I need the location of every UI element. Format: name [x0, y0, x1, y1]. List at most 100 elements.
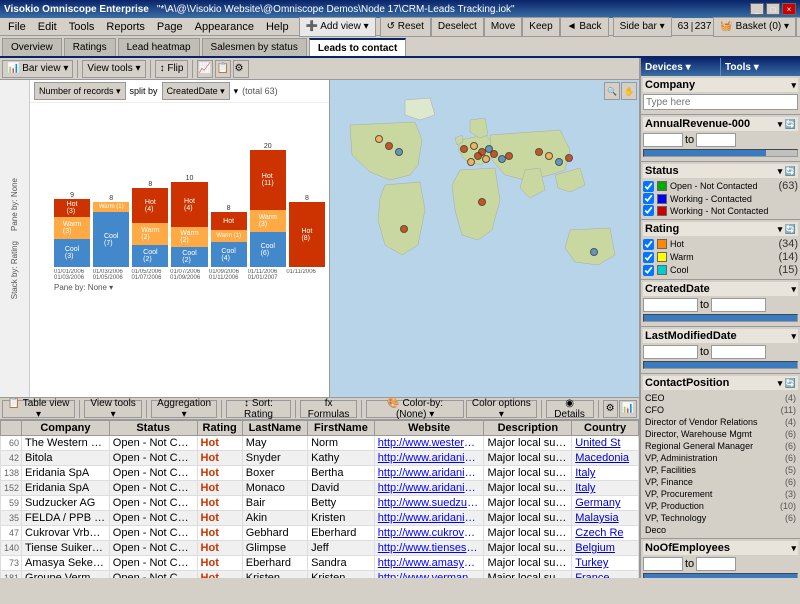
table-content[interactable]: Company Status Rating LastName FirstName…: [0, 420, 639, 578]
created-date-to[interactable]: 16/12/2006: [711, 298, 766, 312]
contact-position-item[interactable]: Director of Vendor Relations(4): [643, 416, 798, 428]
details-button[interactable]: ◉ Details: [546, 400, 594, 418]
th-num[interactable]: [1, 421, 22, 436]
table-row[interactable]: 181 Groupe Vermandoise Open - Not Contac…: [1, 571, 639, 579]
annual-revenue-to[interactable]: 840,000: [696, 133, 736, 147]
rating-check-hot[interactable]: [643, 239, 654, 250]
reset-button[interactable]: ↺ Reset: [380, 17, 431, 37]
employees-from[interactable]: 0: [643, 557, 683, 571]
tab-leads-to-contact[interactable]: Leads to contact: [309, 38, 406, 56]
basket-button[interactable]: 🧺 Basket (0) ▾: [713, 17, 796, 37]
contact-position-item[interactable]: Director, Warehouse Mgmt(6): [643, 428, 798, 440]
table-view-dropdown[interactable]: 📋 Table view ▾: [2, 400, 75, 418]
table-row[interactable]: 59 Sudzucker AG Open - Not Contacted Hot…: [1, 496, 639, 511]
th-rating[interactable]: Rating: [197, 421, 242, 436]
th-lastname[interactable]: LastName: [242, 421, 307, 436]
last-modified-to[interactable]: 16/03/2007: [711, 345, 766, 359]
tbl-icon-2[interactable]: 📊: [619, 400, 637, 418]
keep-button[interactable]: Keep: [522, 17, 559, 37]
contact-position-item[interactable]: Deco: [643, 524, 798, 536]
aggregation-button[interactable]: Aggregation ▾: [151, 400, 217, 418]
tab-overview[interactable]: Overview: [2, 38, 62, 56]
contact-position-item[interactable]: Regional General Manager(6): [643, 440, 798, 452]
devices-header[interactable]: Devices ▾: [641, 58, 720, 76]
back-button[interactable]: ◄ Back: [560, 17, 609, 37]
annual-revenue-from[interactable]: 1,650: [643, 133, 683, 147]
contact-position-item[interactable]: CEO(4): [643, 392, 798, 404]
deselect-button[interactable]: Deselect: [431, 17, 484, 37]
table-view-tools[interactable]: View tools ▾: [84, 400, 142, 418]
employees-slider[interactable]: [643, 573, 798, 578]
table-row[interactable]: 140 Tiense Suikerraffinaderij Open - Not…: [1, 541, 639, 556]
menu-tools[interactable]: Tools: [63, 19, 101, 35]
flip-button[interactable]: ↕ Flip: [155, 60, 189, 78]
table-row[interactable]: 42 Bitola Open - Not Contacted Hot Snyde…: [1, 451, 639, 466]
table-row[interactable]: 152 Eridania SpA Open - Not Contacted Ho…: [1, 481, 639, 496]
tab-lead-heatmap[interactable]: Lead heatmap: [118, 38, 200, 56]
last-modified-from[interactable]: 07/12/1999: [643, 345, 698, 359]
y-axis-selector[interactable]: Number of records ▾: [34, 82, 126, 100]
th-company[interactable]: Company: [22, 421, 110, 436]
company-search-input[interactable]: [643, 94, 798, 110]
view-tools-button[interactable]: View tools ▾: [82, 60, 145, 78]
menu-page[interactable]: Page: [151, 19, 189, 35]
contact-position-item[interactable]: VP, Production(10): [643, 500, 798, 512]
maximize-button[interactable]: □: [766, 3, 780, 15]
add-view-button[interactable]: ➕ Add view ▾: [299, 17, 376, 37]
tab-salesmen-by-status[interactable]: Salesmen by status: [202, 38, 307, 56]
rating-check-cool[interactable]: [643, 265, 654, 276]
th-description[interactable]: Description: [484, 421, 572, 436]
icon-btn-3[interactable]: ⚙: [233, 60, 249, 78]
rating-check-warm[interactable]: [643, 252, 654, 263]
table-row[interactable]: 47 Cukrovar Vrballar a.s. Open - Not Con…: [1, 526, 639, 541]
bar-view-dropdown[interactable]: 📊 Bar view ▾: [2, 60, 73, 78]
contact-position-item[interactable]: VP, Administration(6): [643, 452, 798, 464]
move-button[interactable]: Move: [484, 17, 522, 37]
seg-hot-7: Hot(8): [289, 202, 325, 267]
map-btn-2[interactable]: ✋: [621, 82, 637, 100]
th-firstname[interactable]: FirstName: [308, 421, 375, 436]
cell-company: FELDA / PPB Group: [22, 511, 110, 526]
table-row[interactable]: 138 Eridania SpA Open - Not Contacted Ho…: [1, 466, 639, 481]
close-button[interactable]: ×: [782, 3, 796, 15]
tab-ratings[interactable]: Ratings: [64, 38, 116, 56]
icon-btn-2[interactable]: 📋: [215, 60, 231, 78]
color-by-button[interactable]: 🎨 Color-by: (None) ▾: [366, 400, 464, 418]
menu-reports[interactable]: Reports: [100, 19, 151, 35]
formulas-button[interactable]: fx Formulas: [300, 400, 357, 418]
status-check-1[interactable]: [643, 181, 654, 192]
menu-file[interactable]: File: [2, 19, 32, 35]
contact-position-item[interactable]: VP, Technology(6): [643, 512, 798, 524]
contact-position-item[interactable]: VP, Finance(6): [643, 476, 798, 488]
annual-revenue-slider[interactable]: [643, 149, 798, 157]
contact-position-item[interactable]: VP, Procurement(3): [643, 488, 798, 500]
sort-button[interactable]: ↕ Sort: Rating: [226, 400, 291, 418]
employees-to[interactable]: 40,000: [696, 557, 736, 571]
last-modified-slider[interactable]: [643, 361, 798, 369]
menu-appearance[interactable]: Appearance: [189, 19, 260, 35]
created-date-from[interactable]: 27/08/1992: [643, 298, 698, 312]
th-website[interactable]: Website: [374, 421, 484, 436]
contact-position-item[interactable]: CFO(11): [643, 404, 798, 416]
minimize-button[interactable]: _: [750, 3, 764, 15]
help-button[interactable]: ?: [796, 17, 800, 37]
color-options-button[interactable]: Color options ▾: [466, 400, 537, 418]
status-check-3[interactable]: [643, 205, 654, 216]
icon-btn-1[interactable]: 📈: [197, 60, 213, 78]
split-by-selector[interactable]: CreatedDate ▾: [162, 82, 230, 100]
rating-item-warm: Warm (14): [643, 251, 798, 263]
map-btn-1[interactable]: 🔍: [604, 82, 620, 100]
th-country[interactable]: Country: [572, 421, 639, 436]
tools-header[interactable]: Tools ▾: [720, 58, 800, 76]
created-date-slider[interactable]: [643, 314, 798, 322]
th-status[interactable]: Status: [109, 421, 197, 436]
table-row[interactable]: 60 The Western Sugar Cooperativ Open - N…: [1, 436, 639, 451]
tbl-icon-1[interactable]: ⚙: [603, 400, 618, 418]
table-row[interactable]: 35 FELDA / PPB Group Open - Not Contacte…: [1, 511, 639, 526]
menu-help[interactable]: Help: [260, 19, 295, 35]
table-row[interactable]: 73 Amasya Seker Fabrikasi A.S. Open - No…: [1, 556, 639, 571]
sidebar-button[interactable]: Side bar ▾: [613, 17, 672, 37]
status-check-2[interactable]: [643, 193, 654, 204]
menu-edit[interactable]: Edit: [32, 19, 63, 35]
contact-position-item[interactable]: VP, Facilities(5): [643, 464, 798, 476]
